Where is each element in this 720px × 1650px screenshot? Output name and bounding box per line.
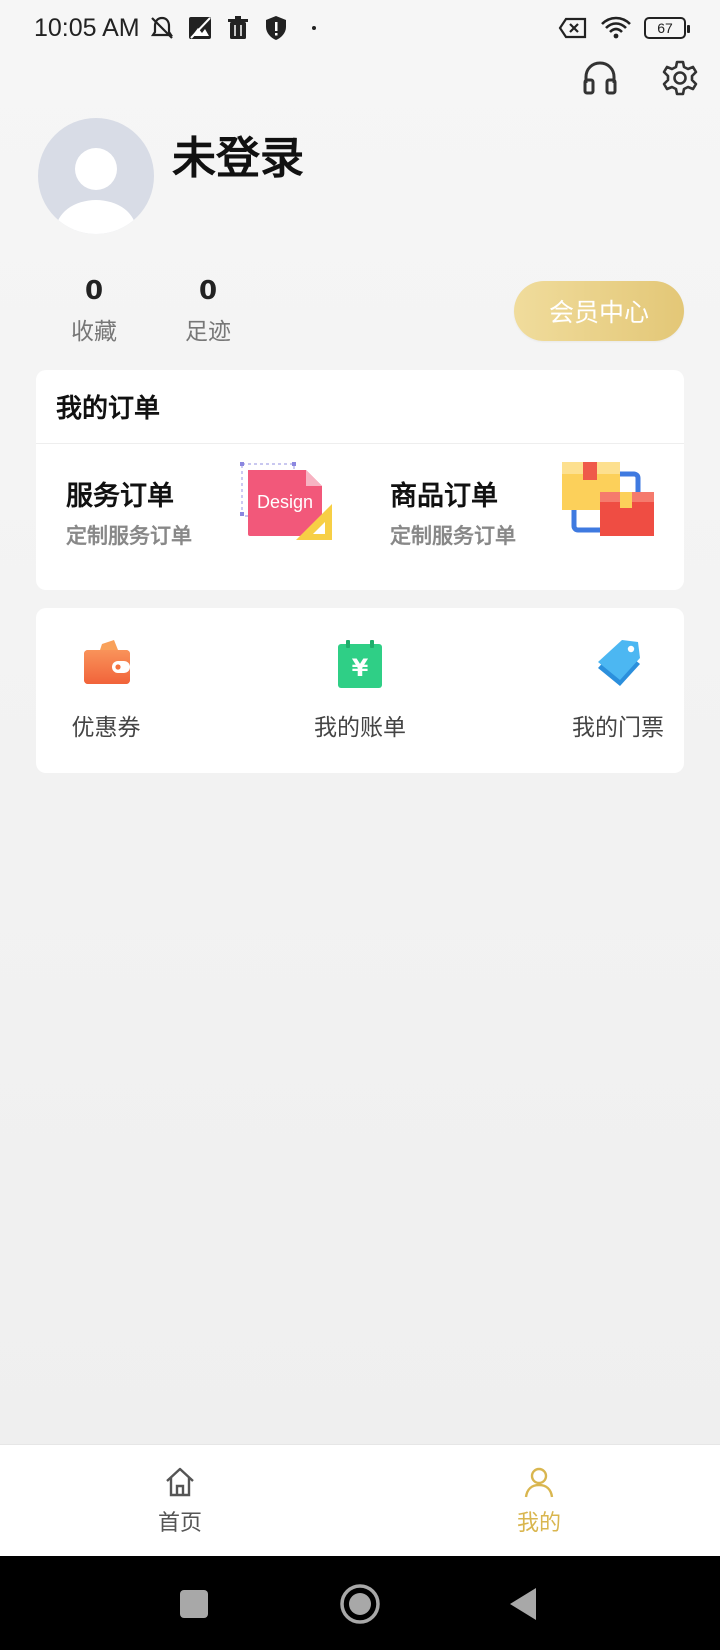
sim-off-icon [558,17,587,39]
bill-entry[interactable]: ¥ 我的账单 [290,638,430,742]
coupon-label: 优惠券 [71,715,141,741]
tab-home-label: 首页 [157,1511,202,1536]
ticket-label: 我的门票 [572,715,664,741]
tools-card: 优惠券 ¥ 我的账单 我的门票 [36,608,684,773]
status-notification-icons [148,14,316,42]
goods-order-title: 商品订单 [390,481,498,512]
orders-title: 我的订单 [36,370,684,444]
wifi-icon [601,16,631,39]
member-center-button[interactable]: 会员中心 [514,281,684,341]
avatar-body [56,200,136,234]
status-system-icons: 67 [558,16,690,40]
recent-apps-icon[interactable] [172,1582,216,1626]
boxes-illustration-icon [562,462,654,536]
status-bar: 10:05 AM 67 [0,0,720,56]
top-actions [580,56,700,100]
ticket-icon [598,640,640,686]
footprints-count: 0 [198,276,218,306]
customer-service-button[interactable] [580,56,620,100]
bill-label: 我的账单 [314,715,406,741]
coupon-entry[interactable]: 优惠券 [36,638,176,742]
status-time: 10:05 AM [34,13,140,42]
trash-icon [227,16,248,39]
design-illustration-icon: Design [240,462,332,540]
footprints-label: 足迹 [185,319,231,345]
favorites-count: 0 [84,276,104,306]
notification-off-icon [150,16,173,39]
orders-card: 我的订单 服务订单 定制服务订单 Design 商品订单 定制服务订单 [36,370,684,590]
system-navigation-bar [0,1556,720,1650]
image-icon [188,17,211,39]
headset-icon [583,61,617,95]
service-order-subtitle: 定制服务订单 [66,524,192,548]
service-order-title: 服务订单 [66,481,174,512]
login-status-name[interactable]: 未登录 [172,122,304,186]
ticket-entry[interactable]: 我的门票 [548,638,688,742]
avatar[interactable] [38,118,154,234]
back-icon[interactable] [502,1582,546,1626]
design-illustration-text: Design [257,492,313,512]
service-order-entry[interactable]: 服务订单 定制服务订单 Design [36,462,336,560]
gear-icon [662,60,698,96]
home-button-icon[interactable] [338,1582,382,1626]
user-icon [524,1467,554,1498]
settings-button[interactable] [660,56,700,100]
stat-favorites[interactable]: 0 收藏 [44,276,144,346]
stat-footprints[interactable]: 0 足迹 [158,276,258,346]
svg-text:¥: ¥ [352,654,369,682]
tab-home[interactable]: 首页 [120,1465,240,1537]
bill-icon: ¥ [338,640,382,688]
goods-order-entry[interactable]: 商品订单 定制服务订单 [360,462,660,560]
shield-icon [265,16,286,40]
favorites-label: 收藏 [71,319,117,345]
bottom-tab-bar: 首页 我的 [0,1444,720,1556]
battery-indicator: 67 [644,17,690,39]
tab-mine[interactable]: 我的 [479,1465,599,1537]
status-more-dot [311,26,316,30]
avatar-head [75,148,117,190]
goods-order-subtitle: 定制服务订单 [390,524,516,548]
home-icon [166,1467,194,1497]
tab-mine-label: 我的 [516,1511,561,1536]
wallet-icon [84,640,130,684]
